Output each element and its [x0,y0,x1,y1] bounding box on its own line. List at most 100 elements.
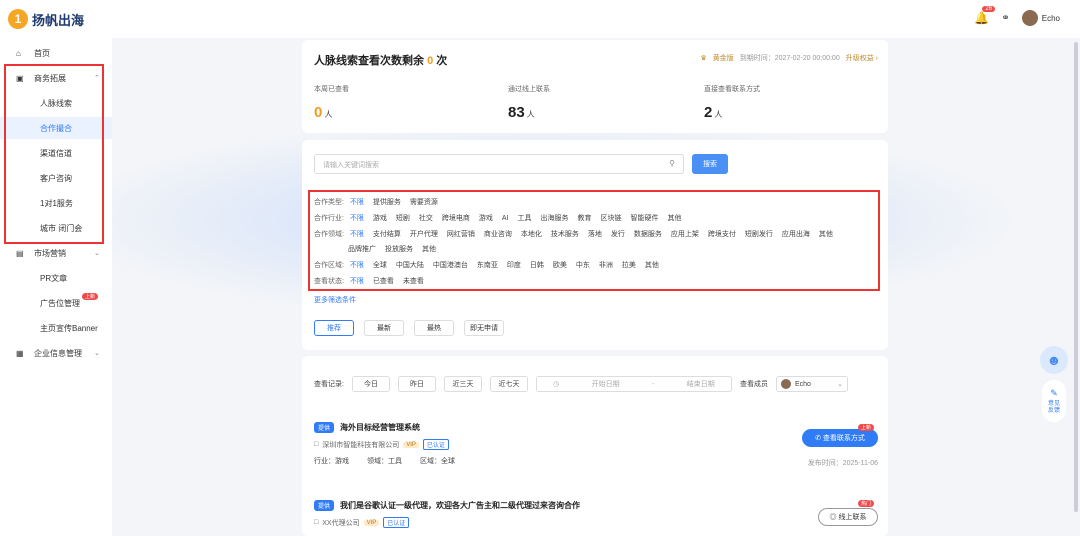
tab-recommend[interactable]: 推荐 [314,320,354,336]
avatar [780,379,791,389]
auth-badge: 已认证 [422,439,449,450]
app-name: 扬帆出海 [32,12,85,28]
range-3days[interactable]: 近三天 [443,376,482,392]
lead-company: □ 深圳市智能科技有限公司 VIP 已认证 [314,439,884,450]
stat-unit: 人 [526,110,535,119]
edit-icon: ✎ [1050,387,1058,398]
company-logo-icon: □ [314,441,319,448]
sidebar-item-label: 企业信息管理 [34,348,82,358]
stat-online: 通过线上联系 83 人 [508,84,550,121]
list-item[interactable]: 提供 我们是谷歌认证一级代理，欢迎各大广告主和二级代理过来咨询合作 □ XX代理… [314,500,884,528]
online-contact-button[interactable]: ◎ 线上联系 [818,508,878,526]
tab-hottest[interactable]: 最热 [414,320,454,336]
sidebar-item-label: 市场营销 [34,248,66,258]
range-separator: - [652,380,655,388]
lead-head: 提供 海外目标经营管理系统 [314,422,884,433]
sidebar-item-label: PR文章 [40,273,68,283]
company-name[interactable]: 深圳市智能科技有限公司 [322,440,399,450]
headset-icon[interactable]: ⚭ [1001,13,1009,24]
stat-value: 83 人 [508,104,550,121]
tab-apply[interactable]: 即无申请 [464,320,504,336]
search-input[interactable]: 请输入关键词搜索 ⚲ [314,154,684,174]
vip-label: 黄金版 [712,55,734,62]
date-range-picker[interactable]: ◷ 开始日期 - 结束日期 [535,376,732,392]
feedback-label: 意见反馈 [1047,400,1060,414]
member-value: Echo [794,380,811,388]
meta-item: 区域：全球 [420,458,455,465]
sidebar-subitem-banner[interactable]: 主页宣传Banner [0,317,112,339]
sidebar-item-enterprise[interactable]: ▦ 企业信息管理 ⌄ [0,342,112,364]
vip-crown-icon: ♛ [700,55,707,62]
member-select[interactable]: Echo ⌄ [775,376,848,392]
scrollbar[interactable] [1074,42,1078,512]
sidebar-subitem-ads[interactable]: 广告位管理 上新 [0,292,112,314]
calendar-icon: ◷ [553,381,560,388]
building-icon: ▦ [16,348,24,358]
sidebar-subitem-pr[interactable]: PR文章 [0,267,112,289]
expire-time: 到期时间：2027-02-20 00:00:00 [739,55,840,62]
company-logo-icon: □ [314,519,319,526]
avatar [1021,10,1038,26]
lead-title[interactable]: 我们是谷歌认证一级代理，欢迎各大广告主和二级代理过来咨询合作 [340,500,580,511]
stat-weekly: 本周已查看 0人 [314,84,349,121]
chevron-down-icon: ⌄ [837,381,843,388]
upgrade-link[interactable]: 升级权益 › [846,53,878,63]
notification-badge: 26 [982,6,996,12]
start-date: 开始日期 [591,381,620,388]
feedback-button[interactable]: ✎ 意见反馈 [1042,380,1066,422]
stat-unit: 人 [324,110,333,119]
records-card: 查看记录: 今日 昨日 近三天 近七天 ◷ 开始日期 - 结束日期 查看成员 E… [302,356,888,536]
more-filters-link[interactable]: 更多筛选条件 [314,295,356,305]
stat-number: 0 [314,104,323,121]
end-date: 结束日期 [686,381,715,388]
publish-time: 发布时间：2025-11-06 [807,460,878,467]
user-name: Echo [1041,13,1060,23]
view-contact-button[interactable]: ✆ 查看联系方式 [802,429,878,447]
list-item[interactable]: 提供 海外目标经营管理系统 □ 深圳市智能科技有限公司 VIP 已认证 行业：游… [314,422,884,466]
sidebar-item-market[interactable]: ▤ 市场营销 ⌄ [0,242,112,264]
home-icon: ⌂ [16,48,21,58]
chevron-down-icon: ⌄ [94,250,100,257]
auth-badge: 已认证 [383,517,410,528]
records-label: 查看记录: [314,381,344,388]
notification-bell-icon[interactable]: 🔔 26 [974,6,996,25]
sidebar: ⌂ 首页 ▣ 商务拓展 ⌃ 人脉线索 合作撮合 渠道信道 客户咨询 1对1服务 … [0,38,112,536]
chevron-down-icon: ⌄ [94,350,100,357]
highlight-box [308,190,880,291]
range-yesterday[interactable]: 昨日 [397,376,436,392]
chart-icon: ▤ [16,248,24,258]
app-logo[interactable]: 1 扬帆出海 [8,9,84,29]
range-today[interactable]: 今日 [351,376,390,392]
assistant-bot-icon[interactable]: ☻ [1040,346,1068,374]
search-icon[interactable]: ⚲ [669,159,675,168]
stat-value: 2人 [704,104,760,121]
vip-badge: VIP [403,441,419,448]
meta-item: 行业：游戏 [314,458,349,465]
member-label: 查看成员 [739,381,768,388]
top-bar: 1 扬帆出海 🔔 26 ⚭ Echo [0,0,1080,38]
stat-caption: 直接查看联系方式 [704,86,760,93]
range-7days[interactable]: 近七天 [489,376,528,392]
lead-title[interactable]: 海外目标经营管理系统 [340,422,420,433]
vip-badge: VIP [363,519,380,526]
logo-icon: 1 [8,9,28,29]
highlight-box [4,64,104,244]
new-badge: 上新 [858,424,875,431]
company-name[interactable]: XX代理公司 [322,518,359,528]
title-text: 人脉线索查看次数剩余 [314,55,428,67]
vip-info: ♛ 黄金版 到期时间：2027-02-20 00:00:00 升级权益 › [700,53,878,63]
lead-head: 提供 我们是谷歌认证一级代理，欢迎各大广告主和二级代理过来咨询合作 [314,500,884,511]
title-suffix: 次 [433,55,448,67]
stat-unit: 人 [714,110,723,119]
lead-tag: 提供 [314,422,335,433]
user-menu[interactable]: Echo [1021,10,1060,26]
tab-latest[interactable]: 最新 [364,320,404,336]
stat-caption: 本周已查看 [314,86,349,93]
summary-card: 人脉线索查看次数剩余 0 次 ♛ 黄金版 到期时间：2027-02-20 00:… [302,40,888,133]
lead-tag: 提供 [314,500,335,511]
page-title: 人脉线索查看次数剩余 0 次 [314,52,447,68]
lead-meta: 行业：游戏 领域：工具 区域：全球 [314,456,884,466]
search-button[interactable]: 搜索 [692,154,728,174]
sidebar-item-home[interactable]: ⌂ 首页 [0,42,112,64]
stat-number: 83 [508,104,525,121]
